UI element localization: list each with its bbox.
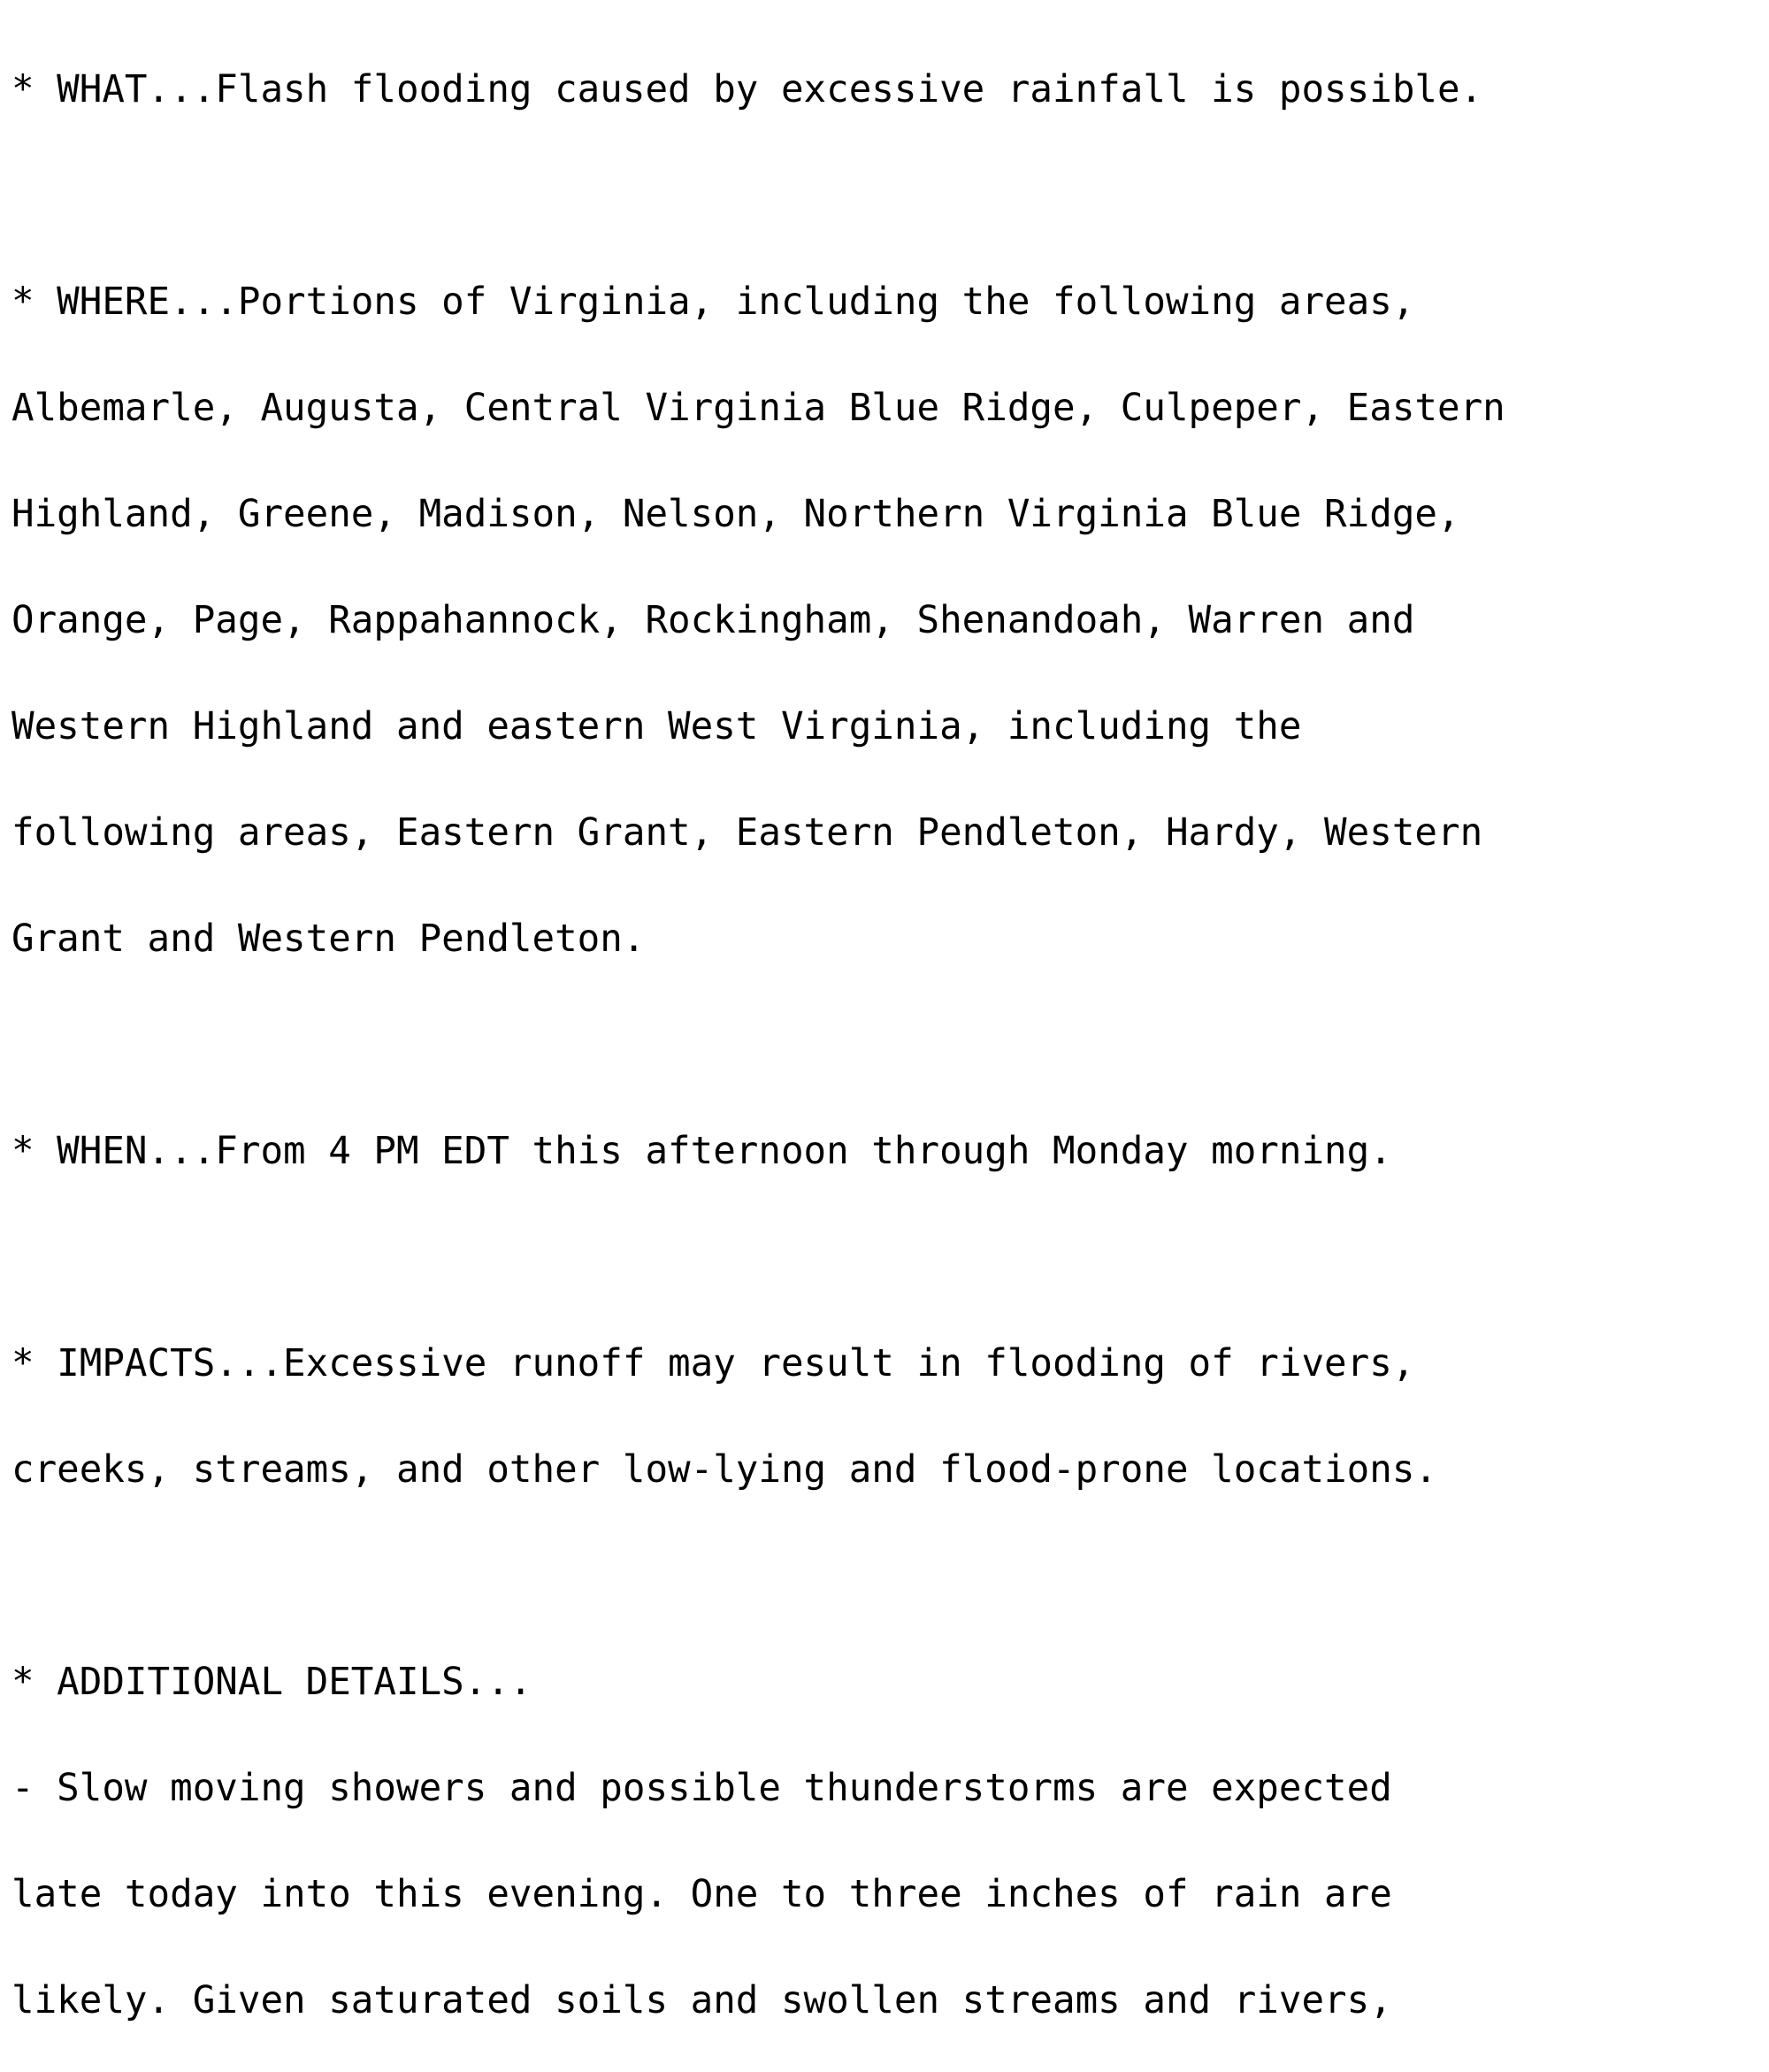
- alert-line-where-6: following areas, Eastern Grant, Eastern …: [11, 811, 1483, 855]
- alert-line-blank-4: [11, 1559, 1763, 1594]
- alert-line-what: * WHAT...Flash flooding caused by excess…: [11, 68, 1483, 111]
- alert-line-detail-1a: - Slow moving showers and possible thund…: [11, 1767, 1392, 1810]
- alert-line-detail-1c: likely. Given saturated soils and swolle…: [11, 1979, 1392, 2022]
- alert-line-where-1: * WHERE...Portions of Virginia, includin…: [11, 280, 1415, 324]
- alert-line-additional-details-header: * ADDITIONAL DETAILS...: [11, 1661, 532, 1704]
- alert-line-blank-2: [11, 1028, 1763, 1063]
- alert-line-where-5: Western Highland and eastern West Virgin…: [11, 705, 1302, 748]
- alert-text-body: * WHAT...Flash flooding caused by excess…: [11, 2, 1763, 2072]
- alert-line-where-4: Orange, Page, Rappahannock, Rockingham, …: [11, 599, 1415, 642]
- alert-line-when: * WHEN...From 4 PM EDT this afternoon th…: [11, 1130, 1392, 1173]
- alert-line-blank-3: [11, 1240, 1763, 1276]
- alert-line-where-7: Grant and Western Pendleton.: [11, 917, 646, 961]
- alert-line-blank-1: [11, 179, 1763, 214]
- alert-line-where-3: Highland, Greene, Madison, Nelson, North…: [11, 493, 1460, 536]
- alert-line-impacts-2: creeks, streams, and other low-lying and…: [11, 1448, 1437, 1492]
- alert-line-where-2: Albemarle, Augusta, Central Virginia Blu…: [11, 387, 1505, 430]
- alert-line-detail-1b: late today into this evening. One to thr…: [11, 1873, 1392, 1916]
- alert-line-impacts-1: * IMPACTS...Excessive runoff may result …: [11, 1342, 1415, 1385]
